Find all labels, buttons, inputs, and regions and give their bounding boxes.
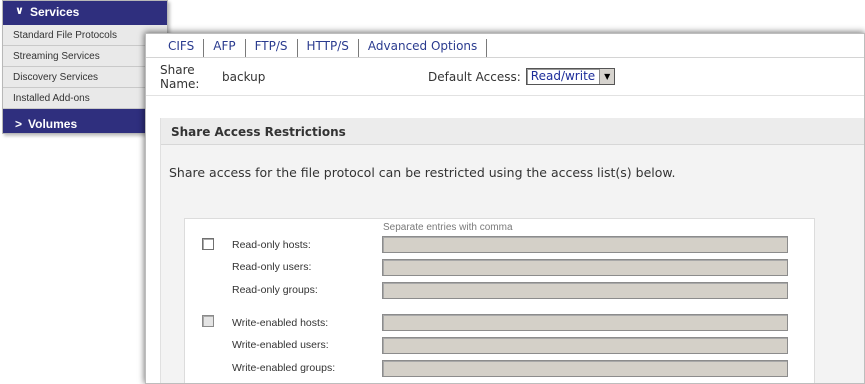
tab-advanced-options[interactable]: Advanced Options (359, 39, 488, 57)
chevron-right-icon: > (15, 116, 23, 131)
read-only-groups-input[interactable] (382, 282, 788, 299)
share-name-value: backup (222, 69, 266, 84)
read-only-users-input[interactable] (382, 259, 788, 276)
write-enabled-users-input[interactable] (382, 337, 788, 354)
restrictions-description: Share access for the file protocol can b… (169, 165, 676, 180)
read-only-users-label: Read-only users: (232, 261, 312, 273)
tab-cifs[interactable]: CIFS (160, 39, 205, 57)
read-only-hosts-label: Read-only hosts: (232, 239, 311, 251)
separator-hint: Separate entries with comma (383, 222, 513, 233)
volumes-section-header[interactable]: > Volumes (3, 109, 167, 133)
default-access-label: Default Access: (428, 69, 521, 84)
tab-https[interactable]: HTTP/S (298, 39, 359, 57)
dropdown-arrow-icon[interactable]: ▼ (599, 69, 615, 84)
services-section-header[interactable]: ∨ Services (3, 1, 167, 25)
chevron-down-icon: ∨ (15, 5, 24, 17)
read-only-checkbox[interactable] (202, 238, 214, 250)
sidebar-item-standard-file-protocols[interactable]: Standard File Protocols (3, 25, 167, 46)
access-restrictions-section: Share Access Restrictions Share access f… (160, 118, 864, 383)
write-enabled-checkbox[interactable] (202, 315, 214, 327)
sidebar-item-discovery-services[interactable]: Discovery Services (3, 67, 167, 88)
read-only-groups-label: Read-only groups: (232, 284, 318, 296)
protocol-tabs: CIFS AFP FTP/S HTTP/S Advanced Options (146, 34, 864, 58)
tab-ftps[interactable]: FTP/S (246, 39, 298, 57)
services-sidebar: ∨ Services Standard File Protocols Strea… (2, 0, 168, 134)
default-access-select[interactable]: Read/write ▼ (525, 68, 616, 85)
share-name-label: Share Name: (160, 62, 200, 91)
sidebar-item-installed-add-ons[interactable]: Installed Add-ons (3, 88, 167, 109)
share-settings-panel: CIFS AFP FTP/S HTTP/S Advanced Options S… (145, 33, 865, 384)
default-access-value: Read/write (530, 69, 596, 83)
volumes-header-label: Volumes (28, 116, 78, 131)
read-only-hosts-input[interactable] (382, 236, 788, 253)
section-title: Share Access Restrictions (161, 118, 864, 145)
services-header-label: Services (29, 5, 80, 19)
write-enabled-hosts-label: Write-enabled hosts: (232, 317, 329, 329)
share-info-row: Share Name: backup Default Access: Read/… (146, 58, 864, 96)
sidebar-item-streaming-services[interactable]: Streaming Services (3, 46, 167, 67)
tab-afp[interactable]: AFP (204, 39, 246, 57)
write-enabled-groups-label: Write-enabled groups: (232, 362, 336, 374)
access-list-box: Separate entries with comma Read-only ho… (184, 218, 815, 383)
write-enabled-hosts-input[interactable] (382, 314, 788, 331)
write-enabled-users-label: Write-enabled users: (232, 339, 329, 351)
write-enabled-groups-input[interactable] (382, 360, 788, 377)
